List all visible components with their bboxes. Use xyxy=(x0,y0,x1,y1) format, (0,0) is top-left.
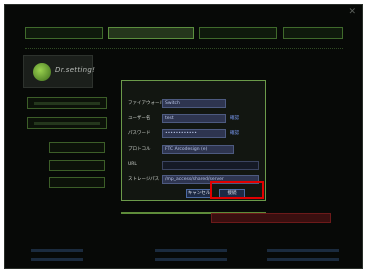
username-value: test xyxy=(165,116,174,121)
row-label: URL xyxy=(128,162,137,167)
dialog-row: プロトコル FTC Arcodesign (e) ▼ xyxy=(128,145,259,156)
logo-icon xyxy=(33,63,51,81)
sidebar-button-2[interactable] xyxy=(27,117,107,129)
status-text xyxy=(31,258,83,261)
firewall-value: Switch xyxy=(165,101,180,106)
status-text xyxy=(267,249,339,252)
username-check-link[interactable]: 確認 xyxy=(230,115,239,121)
status-text xyxy=(267,258,339,261)
alert-bar xyxy=(211,213,331,223)
row-label: プロトコル xyxy=(128,147,151,152)
tab-3[interactable] xyxy=(199,27,277,39)
status-text xyxy=(155,249,227,252)
tab-4[interactable] xyxy=(283,27,343,39)
status-text xyxy=(31,249,83,252)
password-field[interactable]: •••••••••••• xyxy=(162,129,226,138)
tab-2[interactable] xyxy=(108,27,194,39)
sidebar-option-3[interactable] xyxy=(49,177,105,188)
row-label: ファイアウォール xyxy=(128,101,164,106)
sidebar-button-1[interactable] xyxy=(27,97,107,109)
tab-1[interactable] xyxy=(25,27,103,39)
url-field[interactable] xyxy=(162,161,259,170)
dialog-row: ファイアウォール Switch ▼ xyxy=(128,99,259,110)
chevron-down-icon: ▼ xyxy=(225,102,226,108)
dialog-row: URL xyxy=(128,161,259,172)
close-icon[interactable]: ✕ xyxy=(348,7,356,17)
sidebar-option-2[interactable] xyxy=(49,160,105,171)
logo: Dr.setting! xyxy=(23,55,96,88)
status-text xyxy=(155,258,227,261)
username-field[interactable]: test xyxy=(162,114,226,123)
row-label: ユーザー名 xyxy=(128,116,151,121)
firewall-select[interactable]: Switch ▼ xyxy=(162,99,226,108)
password-check-link[interactable]: 確認 xyxy=(230,130,239,136)
dialog-row: パスワード •••••••••••• 確認 xyxy=(128,129,259,140)
sidebar-option-1[interactable] xyxy=(49,142,105,153)
chevron-down-icon: ▼ xyxy=(233,148,234,154)
password-value: •••••••••••• xyxy=(165,131,197,136)
protocol-value: FTC Arcodesign (e) xyxy=(165,147,208,152)
logo-text: Dr.setting! xyxy=(55,66,96,74)
divider xyxy=(25,48,343,49)
protocol-select[interactable]: FTC Arcodesign (e) ▼ xyxy=(162,145,234,154)
row-label: パスワード xyxy=(128,131,151,136)
highlight-box xyxy=(210,181,264,199)
cancel-button[interactable]: キャンセル xyxy=(186,189,212,198)
app-window: ✕ Dr.setting! ファイアウォール Switch ▼ ユーザー名 te… xyxy=(4,4,363,269)
row-label: ストレージパス xyxy=(128,177,160,182)
dialog-row: ユーザー名 test 確認 xyxy=(128,114,259,125)
